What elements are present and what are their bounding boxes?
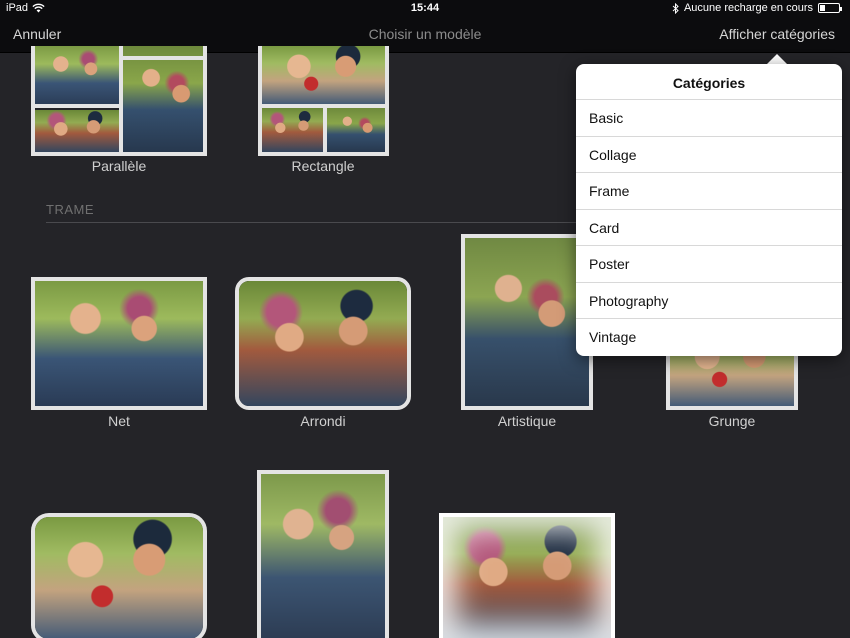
template-photo — [262, 108, 323, 152]
template-arrondi[interactable] — [235, 277, 411, 410]
template-label: Rectangle — [291, 158, 355, 174]
template-photo — [239, 281, 407, 406]
category-basic[interactable]: Basic — [576, 100, 842, 137]
template-photo — [261, 474, 385, 638]
status-right: Aucune recharge en cours — [672, 2, 842, 14]
template-net[interactable] — [31, 277, 207, 410]
template-photo — [35, 517, 203, 638]
template-label: Arrondi — [300, 413, 346, 429]
collage-divider — [119, 46, 123, 152]
template-photo — [443, 517, 611, 638]
template-photo — [35, 281, 203, 406]
template-thumbnail[interactable] — [31, 513, 207, 638]
category-photography[interactable]: Photography — [576, 283, 842, 319]
popover-title: Catégories — [576, 64, 842, 100]
template-photo — [35, 46, 121, 106]
categories-popover: Catégories Basic Collage Frame Card Post… — [576, 64, 842, 356]
category-vintage[interactable]: Vintage — [576, 319, 842, 356]
section-divider — [46, 222, 606, 223]
template-parallele[interactable] — [31, 46, 207, 156]
section-title: TRAME — [46, 202, 94, 217]
template-artistique[interactable] — [461, 234, 593, 410]
template-label: Net — [108, 413, 130, 429]
collage-divider — [121, 56, 203, 60]
template-label: Artistique — [497, 413, 557, 429]
category-poster[interactable]: Poster — [576, 246, 842, 283]
template-photo — [327, 108, 385, 152]
battery-level — [820, 5, 825, 11]
charging-status: Aucune recharge en cours — [683, 2, 813, 14]
template-photo — [465, 238, 589, 406]
bluetooth-icon — [672, 2, 679, 14]
template-photo — [121, 46, 203, 152]
category-collage[interactable]: Collage — [576, 137, 842, 173]
collage-divider — [35, 104, 121, 108]
template-label: Parallèle — [91, 158, 147, 174]
template-thumbnail[interactable] — [257, 470, 389, 638]
template-label: Grunge — [708, 413, 756, 429]
template-photo — [262, 46, 385, 104]
template-thumbnail[interactable] — [439, 513, 615, 638]
template-photo — [35, 110, 121, 152]
category-card[interactable]: Card — [576, 210, 842, 246]
status-bar: iPad 15:44 Aucune recharge en cours — [0, 0, 850, 18]
category-frame[interactable]: Frame — [576, 173, 842, 210]
collage-divider — [323, 104, 327, 152]
show-categories-button[interactable]: Afficher catégories — [719, 26, 835, 42]
battery-icon — [818, 3, 842, 13]
template-rectangle[interactable] — [258, 46, 389, 156]
